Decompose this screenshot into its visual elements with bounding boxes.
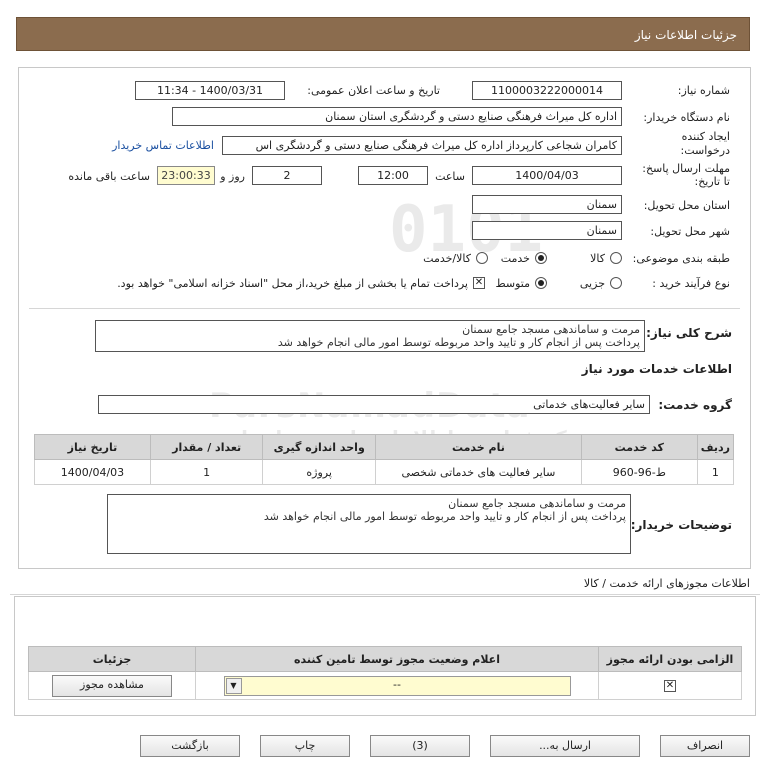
permit-details-cell: مشاهده مجوز xyxy=(28,671,196,700)
treasury-payment-note: پرداخت تمام یا بخشی از مبلغ خرید،از محل … xyxy=(117,277,468,290)
service-group-label: گروه خدمت: xyxy=(658,398,732,412)
buyer-notes-line-1: مرمت و ساماندهی مسجد جامع سمنان xyxy=(448,497,626,510)
permit-required-header: الزامی بودن ارائه مجوز xyxy=(598,646,742,672)
creator-label: ایجاد کننده درخواست: xyxy=(680,130,730,157)
summary-line-2: پرداخت پس از انجام کار و تایید واحد مربو… xyxy=(277,336,640,349)
days-label: روز و xyxy=(220,170,245,183)
city-label: شهر محل تحویل: xyxy=(650,225,730,238)
permits-heading: اطلاعات مجوزهای ارائه خدمت / کالا xyxy=(583,577,750,590)
buyer-field: اداره کل میراث فرهنگی صنایع دستی و گردشگ… xyxy=(172,107,622,126)
remaining-time-field: 23:00:33 xyxy=(157,166,215,185)
buyer-notes-line-2: پرداخت پس از انجام کار و تایید واحد مربو… xyxy=(263,510,626,523)
view-permit-button[interactable]: مشاهده مجوز xyxy=(52,674,172,697)
attachments-button[interactable]: (3) xyxy=(370,735,470,757)
permit-status-select-value: -- xyxy=(393,677,401,691)
quantity-cell: 1 xyxy=(149,459,264,485)
treasury-payment-checkbox[interactable]: ✕ xyxy=(473,277,485,289)
permit-details-header: جزئیات xyxy=(28,646,196,672)
province-label: استان محل تحویل: xyxy=(643,199,730,212)
announce-field: 1400/03/31 - 11:34 xyxy=(135,81,285,100)
service-name-cell: سایر فعالیت های خدماتی شخصی xyxy=(374,459,582,485)
print-button[interactable]: چاپ xyxy=(260,735,350,757)
summary-line-1: مرمت و ساماندهی مسجد جامع سمنان xyxy=(462,323,640,336)
permit-status-select[interactable]: -- ▼ xyxy=(223,675,571,696)
services-table-header: ردیف کد خدمت نام خدمت واحد اندازه گیری ت… xyxy=(34,434,735,460)
category-service-radio[interactable] xyxy=(535,252,547,264)
category-label: طبقه بندی موضوعی: xyxy=(632,252,730,265)
service-group-field: سایر فعالیت‌های خدماتی xyxy=(98,395,650,414)
deadline-date-field: 1400/04/03 xyxy=(472,166,622,185)
permits-heading-divider xyxy=(10,594,760,595)
deadline-label: مهلت ارسال پاسخ: تا تاریخ: xyxy=(642,162,730,188)
col-row-header: ردیف xyxy=(696,434,735,460)
time-label: ساعت xyxy=(435,170,465,183)
send-to-button[interactable]: ارسال به... xyxy=(490,735,640,757)
buyer-notes-textarea: مرمت و ساماندهی مسجد جامع سمنان پرداخت پ… xyxy=(107,494,631,554)
service-code-cell: ط-96-960 xyxy=(580,459,698,485)
category-both-radio[interactable] xyxy=(476,252,488,264)
buyer-label: نام دستگاه خریدار: xyxy=(643,111,730,124)
need-number-field: 1100003222000014 xyxy=(472,81,622,100)
cancel-button[interactable]: انصراف xyxy=(660,735,750,757)
col-code-header: کد خدمت xyxy=(580,434,698,460)
province-field: سمنان xyxy=(472,195,622,214)
buyer-notes-label: توضیحات خریدار: xyxy=(630,518,732,532)
row-number-cell: 1 xyxy=(696,459,735,485)
permits-table-header: الزامی بودن ارائه مجوز اعلام وضعیت مجوز … xyxy=(28,646,742,672)
process-medium-label: متوسط xyxy=(495,277,530,290)
remaining-label: ساعت باقی مانده xyxy=(68,170,150,183)
permit-required-cell: ✕ xyxy=(598,671,742,700)
permit-status-header: اعلام وضعیت مجوز توسط تامین کننده xyxy=(195,646,599,672)
process-minor-label: جزیی xyxy=(579,277,605,290)
permit-required-checkbox: ✕ xyxy=(664,680,676,692)
table-row: ✕ -- ▼ مشاهده مجوز xyxy=(28,671,742,700)
col-unit-header: واحد اندازه گیری xyxy=(262,434,376,460)
category-goods-label: کالا xyxy=(590,252,605,265)
days-field: 2 xyxy=(252,166,322,185)
permit-status-cell: -- ▼ xyxy=(195,671,599,700)
page-title: جزئیات اطلاعات نیاز xyxy=(16,17,750,51)
col-date-header: تاریخ نیاز xyxy=(34,434,151,460)
section-divider xyxy=(29,308,740,309)
col-qty-header: تعداد / مقدار xyxy=(149,434,264,460)
services-heading: اطلاعات خدمات مورد نیاز xyxy=(581,362,732,376)
summary-textarea: مرمت و ساماندهی مسجد جامع سمنان پرداخت پ… xyxy=(95,320,645,352)
chevron-down-icon: ▼ xyxy=(225,677,242,694)
process-minor-radio[interactable] xyxy=(610,277,622,289)
need-details-panel: 0101 ParsNamadData مرکز فراوری اطلاعات پ… xyxy=(18,67,751,569)
summary-label: شرح کلی نیاز: xyxy=(646,326,732,340)
need-date-cell: 1400/04/03 xyxy=(34,459,151,485)
deadline-time-field: 12:00 xyxy=(358,166,428,185)
process-medium-radio[interactable] xyxy=(535,277,547,289)
category-both-label: کالا/خدمت xyxy=(423,252,471,265)
creator-field: کامران شجاعی کارپرداز اداره کل میراث فره… xyxy=(222,136,622,155)
city-field: سمنان xyxy=(472,221,622,240)
process-label: نوع فرآیند خرید : xyxy=(652,277,730,290)
category-service-label: خدمت xyxy=(500,252,530,265)
back-button[interactable]: بازگشت xyxy=(140,735,240,757)
contact-buyer-link[interactable]: اطلاعات تماس خریدار xyxy=(112,139,214,152)
category-goods-radio[interactable] xyxy=(610,252,622,264)
announce-label: تاریخ و ساعت اعلان عمومی: xyxy=(307,84,440,97)
permits-table: الزامی بودن ارائه مجوز اعلام وضعیت مجوز … xyxy=(28,646,742,700)
need-number-label: شماره نیاز: xyxy=(677,84,730,97)
services-table: ردیف کد خدمت نام خدمت واحد اندازه گیری ت… xyxy=(34,434,735,485)
table-row: 1 ط-96-960 سایر فعالیت های خدماتی شخصی پ… xyxy=(34,459,735,485)
col-name-header: نام خدمت xyxy=(374,434,582,460)
unit-cell: پروژه xyxy=(262,459,376,485)
